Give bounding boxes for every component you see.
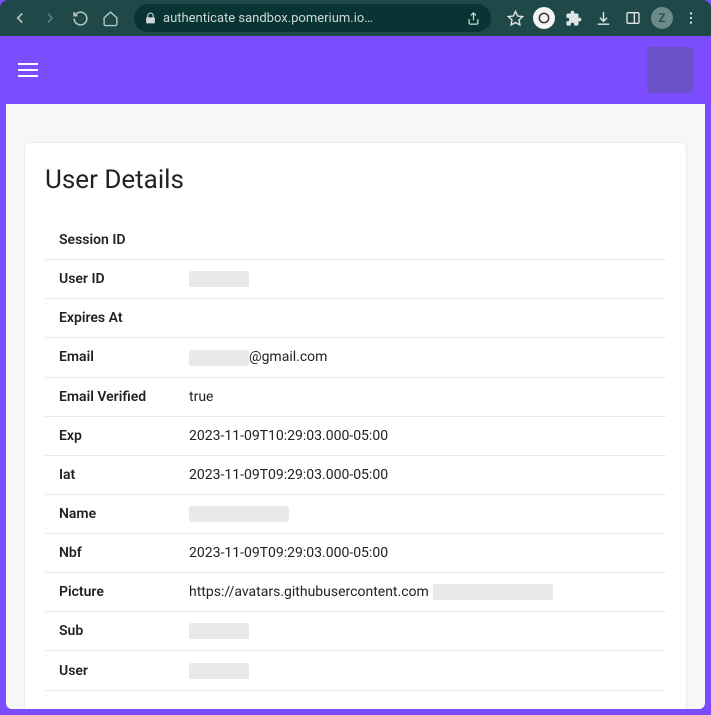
bookmark-button[interactable] xyxy=(503,6,527,30)
home-icon xyxy=(102,10,119,27)
detail-value xyxy=(175,260,666,299)
detail-row: Expires At xyxy=(45,299,666,338)
detail-value-text: 2023-11-09T09:29:03.000-05:00 xyxy=(189,467,388,483)
redacted-block xyxy=(189,271,249,287)
hamburger-icon xyxy=(18,63,38,65)
detail-label: Exp xyxy=(45,416,175,455)
detail-table: Session IDUser IDExpires AtEmail @gmail.c… xyxy=(45,221,666,691)
detail-label: Sub xyxy=(45,612,175,651)
card-title: User Details xyxy=(45,165,666,195)
download-icon xyxy=(595,10,612,27)
detail-value xyxy=(175,612,666,651)
detail-row: Sub xyxy=(45,612,666,651)
detail-value: 2023-11-09T09:29:03.000-05:00 xyxy=(175,533,666,572)
detail-value xyxy=(175,651,666,690)
redacted-block xyxy=(189,506,289,522)
detail-row: Nbf 2023-11-09T09:29:03.000-05:00 xyxy=(45,533,666,572)
share-icon[interactable] xyxy=(466,11,481,26)
forward-button[interactable] xyxy=(38,6,62,30)
detail-value-text: 2023-11-09T09:29:03.000-05:00 xyxy=(189,545,388,561)
redacted-block xyxy=(189,663,249,679)
detail-row: Email @gmail.com xyxy=(45,338,666,377)
detail-label: Expires At xyxy=(45,299,175,338)
star-icon xyxy=(507,10,524,27)
detail-value: 2023-11-09T10:29:03.000-05:00 xyxy=(175,416,666,455)
detail-row: Email Verified true xyxy=(45,377,666,416)
detail-value: 2023-11-09T09:29:03.000-05:00 xyxy=(175,455,666,494)
detail-row: Session ID xyxy=(45,221,666,260)
detail-value xyxy=(175,299,666,338)
detail-row: User xyxy=(45,651,666,690)
detail-label: Email xyxy=(45,338,175,377)
forward-icon xyxy=(41,9,59,27)
app-header xyxy=(0,36,711,104)
home-button[interactable] xyxy=(98,6,122,30)
panel-icon xyxy=(625,10,641,26)
detail-label: Email Verified xyxy=(45,377,175,416)
detail-value-text: 2023-11-09T10:29:03.000-05:00 xyxy=(189,428,388,444)
menu-button[interactable] xyxy=(679,6,703,30)
browser-chrome: authenticate sandbox.pomerium.io… Z xyxy=(0,0,711,36)
detail-value-text: https://avatars.githubusercontent.com xyxy=(189,584,429,600)
profile-avatar[interactable]: Z xyxy=(651,7,673,29)
detail-label: Nbf xyxy=(45,533,175,572)
redacted-block xyxy=(189,623,249,639)
page-wrap: User Details Session IDUser IDExpires At… xyxy=(0,104,711,715)
sidepanel-button[interactable] xyxy=(621,6,645,30)
detail-row: Exp 2023-11-09T10:29:03.000-05:00 xyxy=(45,416,666,455)
puzzle-icon xyxy=(565,10,582,27)
back-icon xyxy=(11,9,29,27)
header-avatar[interactable] xyxy=(647,47,693,93)
downloads-button[interactable] xyxy=(591,6,615,30)
detail-value-text: true xyxy=(189,389,213,405)
detail-value xyxy=(175,221,666,260)
reload-icon xyxy=(72,10,89,27)
detail-row: Iat 2023-11-09T09:29:03.000-05:00 xyxy=(45,455,666,494)
reload-button[interactable] xyxy=(68,6,92,30)
detail-value: @gmail.com xyxy=(175,338,666,377)
detail-value xyxy=(175,494,666,533)
detail-value-text: @gmail.com xyxy=(249,349,327,365)
detail-row: User ID xyxy=(45,260,666,299)
url-text: authenticate sandbox.pomerium.io… xyxy=(163,11,460,26)
detail-value: https://avatars.githubusercontent.com xyxy=(175,572,666,611)
extensions-button[interactable] xyxy=(561,6,585,30)
circle-icon xyxy=(537,11,551,25)
detail-row: Name xyxy=(45,494,666,533)
detail-label: Iat xyxy=(45,455,175,494)
redacted-block xyxy=(433,584,553,600)
detail-row: Picture https://avatars.githubusercontent… xyxy=(45,572,666,611)
detail-label: User ID xyxy=(45,260,175,299)
avatar-letter: Z xyxy=(658,11,665,25)
lock-icon xyxy=(144,12,157,25)
detail-value: true xyxy=(175,377,666,416)
user-details-card: User Details Session IDUser IDExpires At… xyxy=(24,142,687,709)
redacted-block xyxy=(189,350,249,366)
page-inner: User Details Session IDUser IDExpires At… xyxy=(6,104,705,709)
detail-label: Picture xyxy=(45,572,175,611)
detail-label: User xyxy=(45,651,175,690)
dots-icon xyxy=(683,10,699,26)
hamburger-menu[interactable] xyxy=(18,56,46,84)
extension-badge[interactable] xyxy=(533,7,555,29)
detail-label: Name xyxy=(45,494,175,533)
back-button[interactable] xyxy=(8,6,32,30)
url-bar[interactable]: authenticate sandbox.pomerium.io… xyxy=(134,4,491,32)
detail-label: Session ID xyxy=(45,221,175,260)
